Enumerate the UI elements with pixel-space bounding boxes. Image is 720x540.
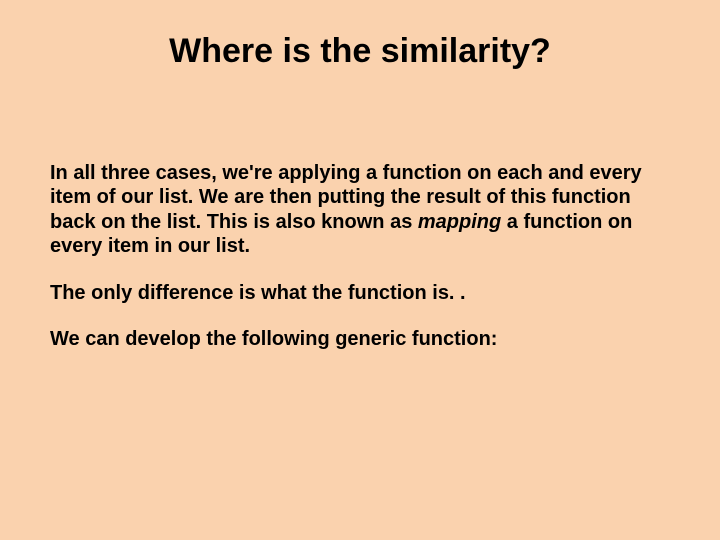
- paragraph-1: In all three cases, we're applying a fun…: [50, 161, 670, 259]
- para1-emphasis: mapping: [418, 211, 501, 233]
- slide-title: Where is the similarity?: [50, 32, 670, 71]
- paragraph-3: We can develop the following generic fun…: [50, 327, 670, 351]
- paragraph-2: The only difference is what the function…: [50, 281, 670, 305]
- slide-body: In all three cases, we're applying a fun…: [50, 161, 670, 351]
